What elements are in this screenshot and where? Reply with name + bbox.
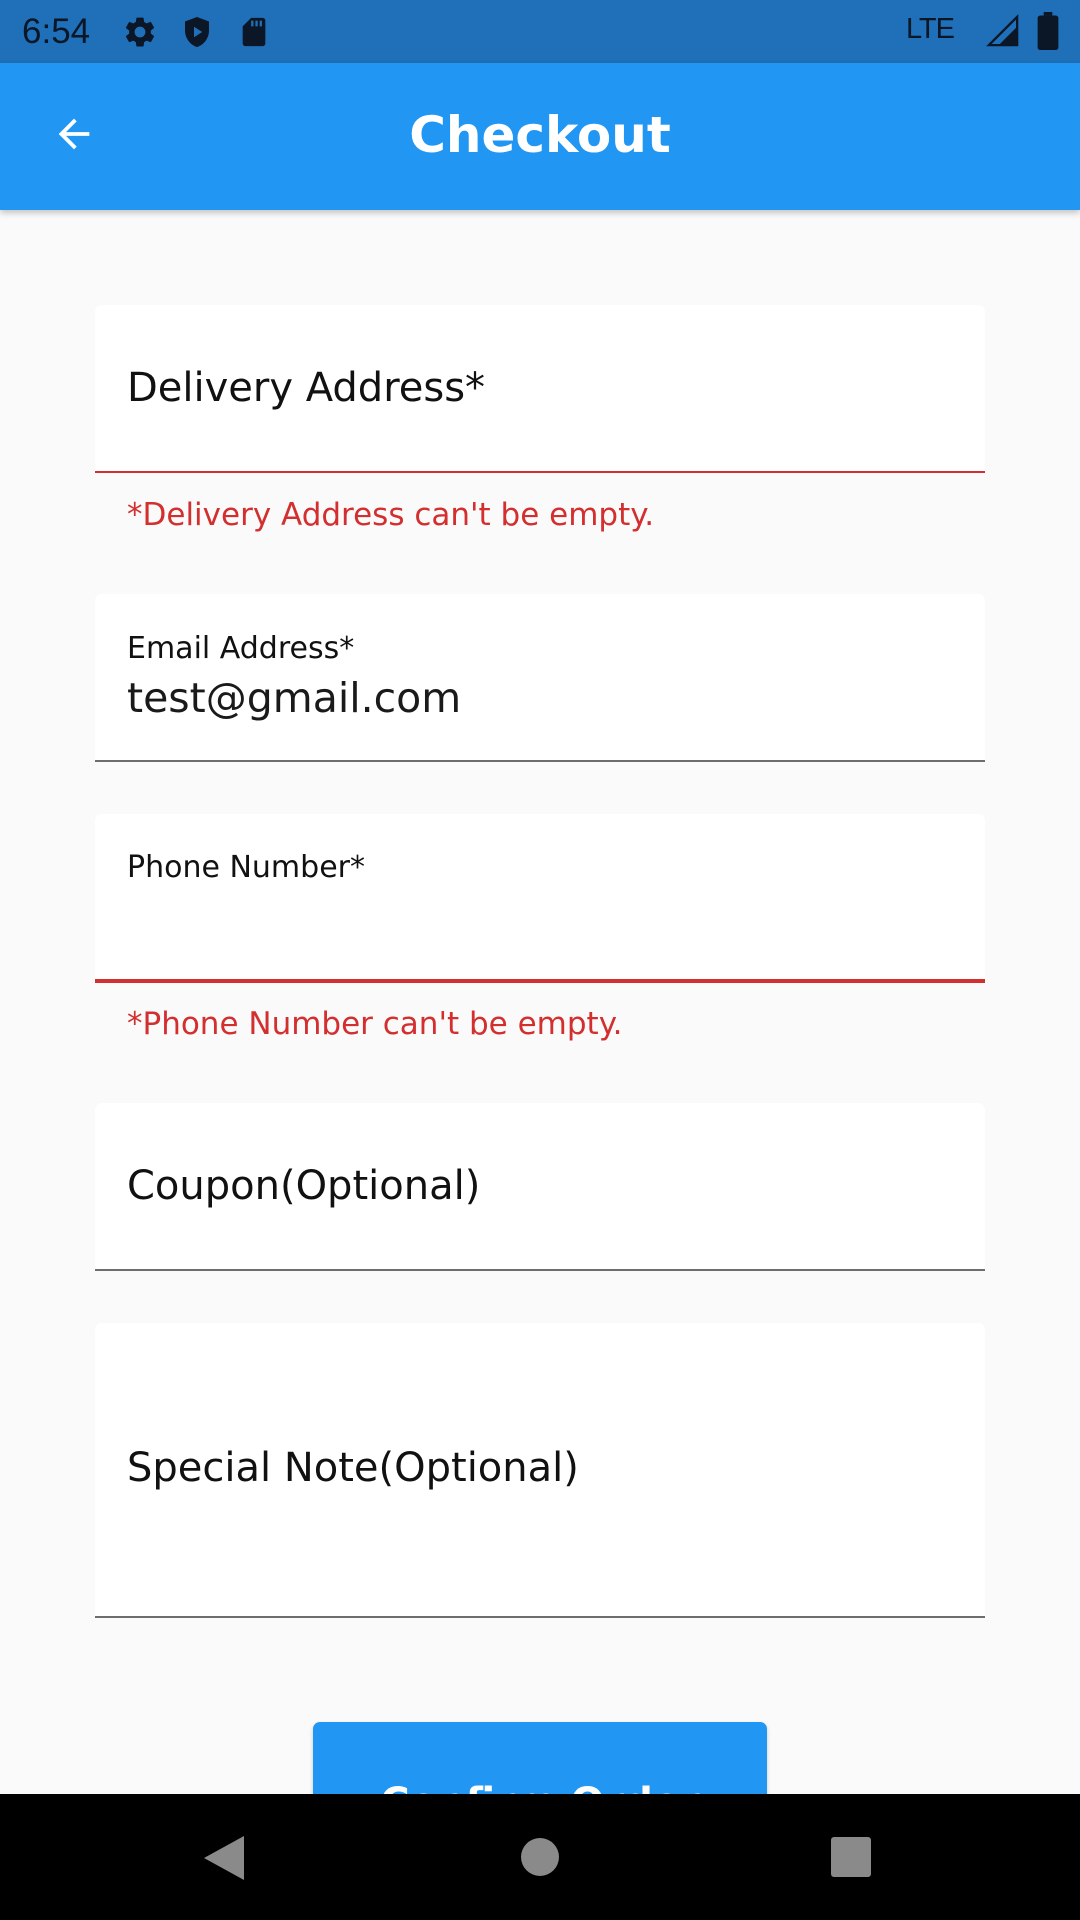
status-time: 6:54 (22, 12, 91, 51)
delivery-address-underline (95, 471, 985, 473)
delivery-address-error: *Delivery Address can't be empty. (127, 497, 655, 533)
settings-icon (122, 14, 158, 54)
battery-icon (1037, 12, 1059, 54)
signal-icon (985, 14, 1021, 52)
phone-error: *Phone Number can't be empty. (127, 1006, 623, 1042)
email-label: Email Address* (127, 631, 355, 666)
status-bar: 6:54 LTE (0, 0, 1080, 63)
phone-underline (95, 979, 985, 983)
sd-card-icon (237, 14, 271, 54)
system-nav-bar (0, 1794, 1080, 1920)
recents-square-icon[interactable] (830, 1836, 872, 1882)
email-underline (95, 760, 985, 762)
special-note-underline (95, 1616, 985, 1618)
coupon-underline (95, 1269, 985, 1271)
network-type: LTE (905, 13, 955, 45)
phone-field[interactable]: Phone Number* (95, 814, 985, 983)
home-circle-icon[interactable] (520, 1837, 560, 1881)
page-title: Checkout (409, 106, 671, 164)
phone-label: Phone Number* (127, 850, 365, 885)
coupon-label: Coupon(Optional) (127, 1163, 481, 1209)
email-value: test@gmail.com (127, 674, 462, 722)
back-triangle-icon[interactable] (200, 1834, 246, 1886)
delivery-address-field[interactable]: Delivery Address* (95, 305, 985, 473)
shield-play-icon (179, 14, 215, 54)
app-bar: Checkout (0, 63, 1080, 210)
delivery-address-label: Delivery Address* (127, 365, 486, 411)
special-note-label: Special Note(Optional) (127, 1445, 579, 1491)
email-field[interactable]: Email Address* test@gmail.com (95, 594, 985, 762)
coupon-field[interactable]: Coupon(Optional) (95, 1103, 985, 1271)
special-note-field[interactable]: Special Note(Optional) (95, 1323, 985, 1618)
